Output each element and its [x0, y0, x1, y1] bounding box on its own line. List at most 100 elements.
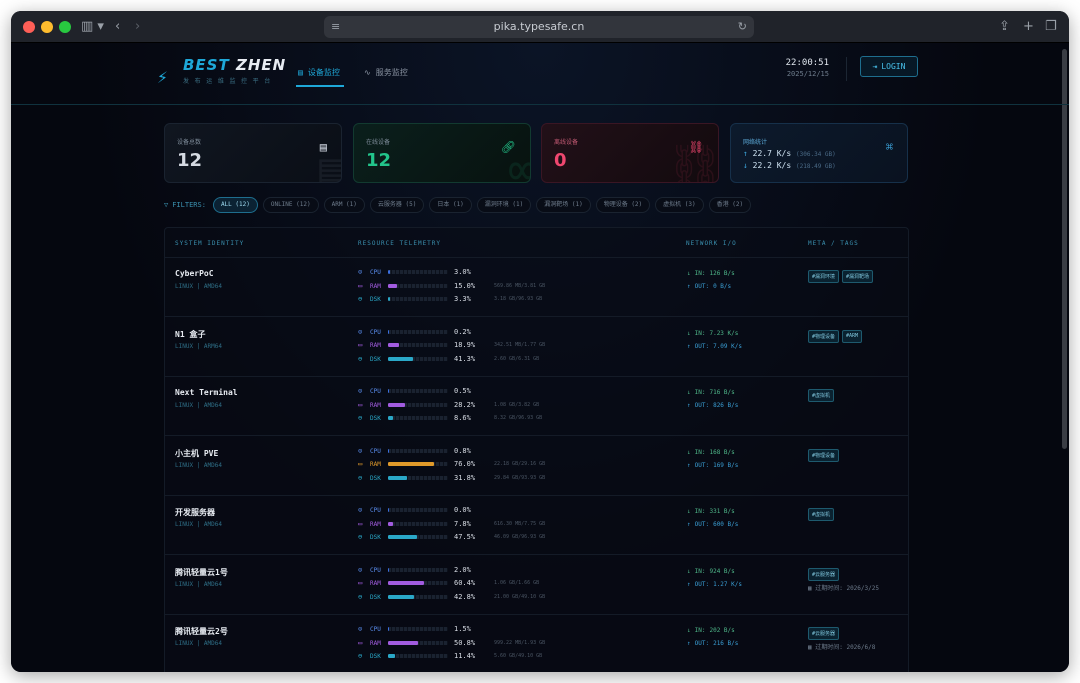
tag-badge[interactable]: #云服务器	[808, 567, 840, 581]
network-in: ↓ IN: 168 B/s	[687, 449, 735, 456]
login-button[interactable]: ⇥ LOGIN	[860, 56, 918, 77]
filter-chip[interactable]: 日本 (1)	[429, 197, 472, 213]
metric-bar	[388, 389, 448, 393]
tag-badge[interactable]: #虚拟机	[808, 389, 835, 402]
net-out-label: OUT:	[694, 402, 710, 409]
table-row[interactable]: CyberPoC LINUX | AMD64 ⊙ CPU 3.0% ▭ RAM 15.0% 56…	[165, 258, 908, 317]
arrow-up-icon: ↑	[687, 580, 691, 588]
metric-bar	[388, 535, 448, 539]
server-name: 开发服务器	[175, 508, 215, 517]
filter-chip[interactable]: ARM (1)	[323, 197, 365, 213]
tag-badge[interactable]: #虚拟机	[808, 508, 835, 521]
stat-value: 0	[554, 150, 567, 171]
share-icon[interactable]: ⇪	[999, 18, 1010, 36]
stat-card-offline: 离线设备 0 ⛓︎ ⛓︎	[541, 123, 719, 183]
metric-cpu: ⊙ CPU 0.8%	[358, 446, 558, 459]
metric-bar-fill	[388, 535, 417, 539]
brand-logo[interactable]: BEST ZHEN	[183, 56, 286, 74]
active-tab-indicator	[296, 85, 344, 87]
network-in: ↓ IN: 202 B/s	[687, 627, 735, 634]
memory-icon: ▭	[358, 579, 363, 587]
filter-chip[interactable]: 漏洞环境 (1)	[476, 197, 532, 213]
reload-icon[interactable]: ↻	[738, 16, 747, 38]
metric-label: RAM	[370, 461, 381, 468]
metric-label: DSK	[370, 355, 381, 363]
tag-badge[interactable]: #漏洞靶场	[842, 270, 874, 283]
arrow-down-icon: ↓	[687, 627, 691, 634]
forward-icon[interactable]: ›	[135, 18, 140, 36]
login-icon: ⇥	[872, 62, 878, 71]
tag-badge[interactable]: #漏洞环境	[808, 270, 840, 283]
cpu-icon: ⊙	[358, 565, 363, 574]
new-tab-icon[interactable]: +	[1023, 18, 1034, 36]
server-name: 小主机 PVE	[175, 448, 219, 458]
metric-cpu: ⊙ CPU 3.0%	[358, 267, 558, 280]
sidebar-toggle-icon[interactable]: ▥ ▾	[81, 18, 104, 36]
table-row[interactable]: 开发服务器 LINUX | AMD64 ⊙ CPU 0.0% ▭ RAM 7.8% 616.30…	[165, 496, 908, 555]
table-row[interactable]: Next Terminal LINUX | AMD64 ⊙ CPU 0.5% ▭ RAM 28…	[165, 377, 908, 436]
net-out-label: OUT:	[694, 283, 710, 290]
net-out-value: 0 B/s	[713, 283, 732, 290]
metric-bar	[388, 270, 448, 274]
filter-chip[interactable]: 虚拟机 (3)	[655, 197, 704, 213]
cpu-icon: ⊙	[358, 506, 363, 514]
minimize-window-button[interactable]	[41, 21, 53, 33]
metric-bar-fill	[388, 270, 390, 274]
link-watermark-icon: ∞	[508, 142, 530, 182]
filter-chip[interactable]: 云服务器 (5)	[369, 197, 425, 213]
net-out-label: OUT:	[694, 640, 710, 647]
metric-detail: 3.18 GB/96.93 GB	[494, 296, 543, 302]
tag-badge[interactable]: #ARM	[842, 329, 863, 343]
tag-badge[interactable]: #云服务器	[808, 627, 840, 640]
metric-label: DSK	[370, 593, 381, 601]
scrollbar[interactable]	[1062, 49, 1067, 449]
tag-badge[interactable]: #物理设备	[808, 448, 840, 462]
arrow-up-icon: ↑	[687, 461, 691, 469]
table-row[interactable]: 腾讯轻量云2号 LINUX | AMD64 ⊙ CPU 1.5% ▭ RAM 50.8% 999…	[165, 615, 908, 672]
tab-overview-icon[interactable]: ❐	[1045, 18, 1057, 36]
table-row[interactable]: 腾讯轻量云1号 LINUX | AMD64 ⊙ CPU 2.0% ▭ RAM 60.4% 1.0…	[165, 556, 908, 615]
metric-label: CPU	[370, 447, 381, 455]
clock: 22:00:51 2025/12/15	[771, 58, 829, 78]
filter-chip[interactable]: ALL (12)	[212, 197, 258, 213]
table-row[interactable]: 小主机 PVE LINUX | AMD64 ⊙ CPU 0.8% ▭ RAM 76.0% 22.…	[165, 437, 908, 496]
address-bar[interactable]: ≡ pika.typesafe.cn ↻	[324, 16, 754, 38]
zoom-window-button[interactable]	[59, 21, 71, 33]
network-out: ↑ OUT: 0 B/s	[687, 283, 731, 290]
memory-icon: ▭	[358, 341, 363, 349]
back-icon[interactable]: ‹	[115, 18, 120, 36]
network-in: ↓ IN: 126 B/s	[687, 270, 735, 277]
header-system-identity: SYSTEM IDENTITY	[175, 240, 245, 247]
tab-device-monitor[interactable]: ▤ 设备监控	[298, 67, 340, 78]
metric-bar-fill	[388, 402, 405, 407]
memory-icon: ▭	[358, 281, 363, 290]
arrow-up-icon: ↑	[687, 521, 691, 528]
metric-bar-fill	[388, 567, 390, 572]
filter-chip[interactable]: ONLINE (12)	[262, 197, 319, 213]
metric-detail: 21.00 GB/49.10 GB	[494, 593, 546, 600]
arrow-up-icon: ↑	[687, 283, 691, 290]
metric-detail: 29.84 GB/93.93 GB	[494, 474, 546, 481]
bandwidth-values: ↑ 22.7 K/s (306.34 GB) ↓ 22.2 K/s (218.4…	[743, 149, 836, 170]
net-in-label: IN:	[694, 567, 706, 575]
metric-percent: 8.6%	[454, 414, 471, 422]
filter-chip[interactable]: 物理设备 (2)	[595, 197, 651, 213]
close-window-button[interactable]	[23, 21, 35, 33]
header-network-io: NETWORK I/O	[686, 240, 737, 247]
table-row[interactable]: N1 盒子 LINUX | ARM64 ⊙ CPU 0.2% ▭ RAM 18.9% 342.5…	[165, 318, 908, 377]
network-in: ↓ IN: 7.23 K/s	[687, 330, 738, 337]
metric-percent: 18.9%	[454, 341, 476, 349]
page-settings-icon[interactable]: ≡	[331, 16, 340, 38]
filter-chip[interactable]: 香港 (2)	[708, 197, 752, 213]
filter-chip[interactable]: 漏洞靶场 (1)	[536, 197, 591, 213]
tag-badge[interactable]: #物理设备	[808, 329, 840, 343]
tab-service-monitor[interactable]: ∿ 服务监控	[364, 67, 408, 78]
unlink-watermark-icon: ⛓︎	[665, 141, 719, 183]
arrow-down-icon: ↓	[687, 270, 691, 277]
metric-bar-fill	[388, 283, 397, 288]
activity-icon: ∿	[364, 68, 371, 77]
metric-percent: 47.5%	[454, 533, 476, 541]
metric-bar	[388, 508, 448, 512]
memory-icon: ▭	[358, 460, 363, 468]
metric-percent: 3.3%	[454, 295, 471, 303]
